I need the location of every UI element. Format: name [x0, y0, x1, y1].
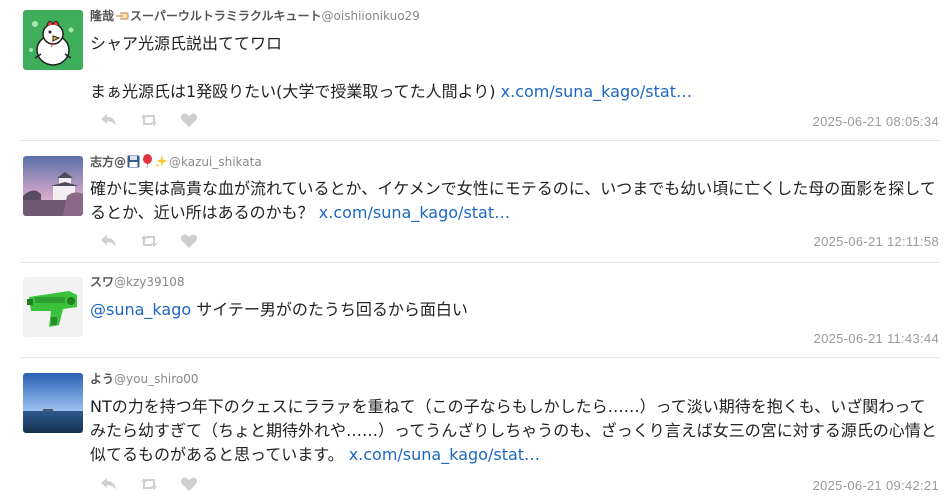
tweet-item: よう@you_shiro00 NTの力を持つ年下のクェスにララァを重ねて（この子…	[0, 358, 944, 500]
user-handle[interactable]: @oishiionikuo29	[322, 9, 420, 23]
green-water-gun-avatar-icon	[23, 277, 83, 337]
tweet-item: 隆哉 スーパーウルトラミラクルキュート@oishiionikuo29 シャア光源氏…	[0, 0, 944, 140]
tweet-text-line: まぁ光源氏は1発殴りたい(大学で授業取ってた人間より) x.com/suna_k…	[90, 80, 940, 104]
sparkles-icon	[155, 155, 169, 171]
tweet-timestamp[interactable]: 2025-06-21 12:11:58	[814, 234, 939, 249]
balloon-icon	[142, 154, 153, 171]
tweet-text: NTの力を持つ年下のクェスにララァを重ねて（この子ならもしかしたら……）って淡い…	[90, 395, 940, 467]
tweet-text: @suna_kago サイテー男がのたうち回るから面白い	[90, 298, 940, 322]
tweet-text: 確かに実は高貴な血が流れているとか、イケメンで女性にモテるのに、いつまでも幼い頃…	[90, 177, 940, 225]
tweet-text-line: 確かに実は高貴な血が流れているとか、イケメンで女性にモテるのに、いつまでも幼い頃…	[90, 177, 940, 225]
tweet-text-line: シャア光源氏説出ててワロ	[90, 34, 283, 53]
avatar[interactable]	[23, 156, 83, 216]
tweet-text-segment: 確かに実は高貴な血が流れているとか、イケメンで女性にモテるのに、いつまでも幼い頃…	[90, 179, 936, 222]
user-handle[interactable]: @kazui_shikata	[169, 155, 262, 169]
tweet-text-line: NTの力を持つ年下のクェスにララァを重ねて（この子ならもしかしたら……）って淡い…	[90, 395, 940, 467]
display-name-suffix: スーパーウルトラミラクルキュート	[130, 9, 322, 23]
tweet-item: 志方@ @kazui_shikata 確かに実は高貴な血が流れているとか、イケメン…	[0, 141, 944, 261]
reply-icon[interactable]	[100, 233, 118, 249]
hand-pointing-icon	[115, 10, 129, 25]
display-name[interactable]: 志方@	[90, 155, 126, 169]
tweet-link[interactable]: x.com/suna_kago/stat…	[319, 203, 510, 222]
tweet-item: スワ@kzy39108 @suna_kago サイテー男がのたうち回るから面白い…	[0, 263, 944, 357]
tweet-author-line: よう@you_shiro00	[90, 372, 199, 386]
avatar[interactable]	[23, 10, 83, 70]
castle-at-dusk-avatar-icon	[23, 156, 83, 216]
tweet-author-line: 志方@ @kazui_shikata	[90, 154, 262, 171]
tweet-link[interactable]: x.com/suna_kago/stat…	[349, 445, 540, 464]
avatar[interactable]	[23, 277, 83, 337]
tweet-author-line: 隆哉 スーパーウルトラミラクルキュート@oishiionikuo29	[90, 9, 420, 25]
tweet-text: シャア光源氏説出ててワロ まぁ光源氏は1発殴りたい(大学で授業取ってた人間より)…	[90, 32, 940, 104]
floppy-disk-icon	[127, 155, 140, 171]
tweet-author-line: スワ@kzy39108	[90, 275, 185, 289]
like-icon[interactable]	[180, 233, 198, 249]
tweet-text-line	[90, 56, 940, 80]
tweet-text-segment: サイテー男がのたうち回るから面白い	[191, 300, 468, 319]
tweet-timestamp[interactable]: 2025-06-21 11:43:44	[814, 331, 939, 346]
tweet-link[interactable]: x.com/suna_kago/stat…	[501, 82, 692, 101]
retweet-icon[interactable]	[140, 476, 158, 492]
display-name[interactable]: よう	[90, 372, 114, 386]
tweet-timeline: 隆哉 スーパーウルトラミラクルキュート@oishiionikuo29 シャア光源氏…	[0, 0, 944, 500]
like-icon[interactable]	[180, 476, 198, 492]
retweet-icon[interactable]	[140, 233, 158, 249]
user-handle[interactable]: @kzy39108	[114, 275, 185, 289]
reply-icon[interactable]	[100, 112, 118, 128]
reply-icon[interactable]	[100, 476, 118, 492]
display-name[interactable]: スワ	[90, 275, 114, 289]
display-name[interactable]: 隆哉	[90, 9, 114, 23]
tweet-timestamp[interactable]: 2025-06-21 08:05:34	[813, 114, 939, 129]
tweet-timestamp[interactable]: 2025-06-21 09:42:21	[813, 478, 939, 493]
avatar[interactable]	[23, 373, 83, 433]
retweet-icon[interactable]	[140, 112, 158, 128]
sea-horizon-avatar-icon	[23, 373, 83, 433]
chicken-cartoon-avatar-icon	[23, 10, 83, 70]
mention-link[interactable]: @suna_kago	[90, 300, 191, 319]
user-handle[interactable]: @you_shiro00	[114, 372, 199, 386]
tweet-text-segment: まぁ光源氏は1発殴りたい(大学で授業取ってた人間より)	[90, 82, 501, 101]
like-icon[interactable]	[180, 112, 198, 128]
tweet-text-line: @suna_kago サイテー男がのたうち回るから面白い	[90, 298, 940, 322]
